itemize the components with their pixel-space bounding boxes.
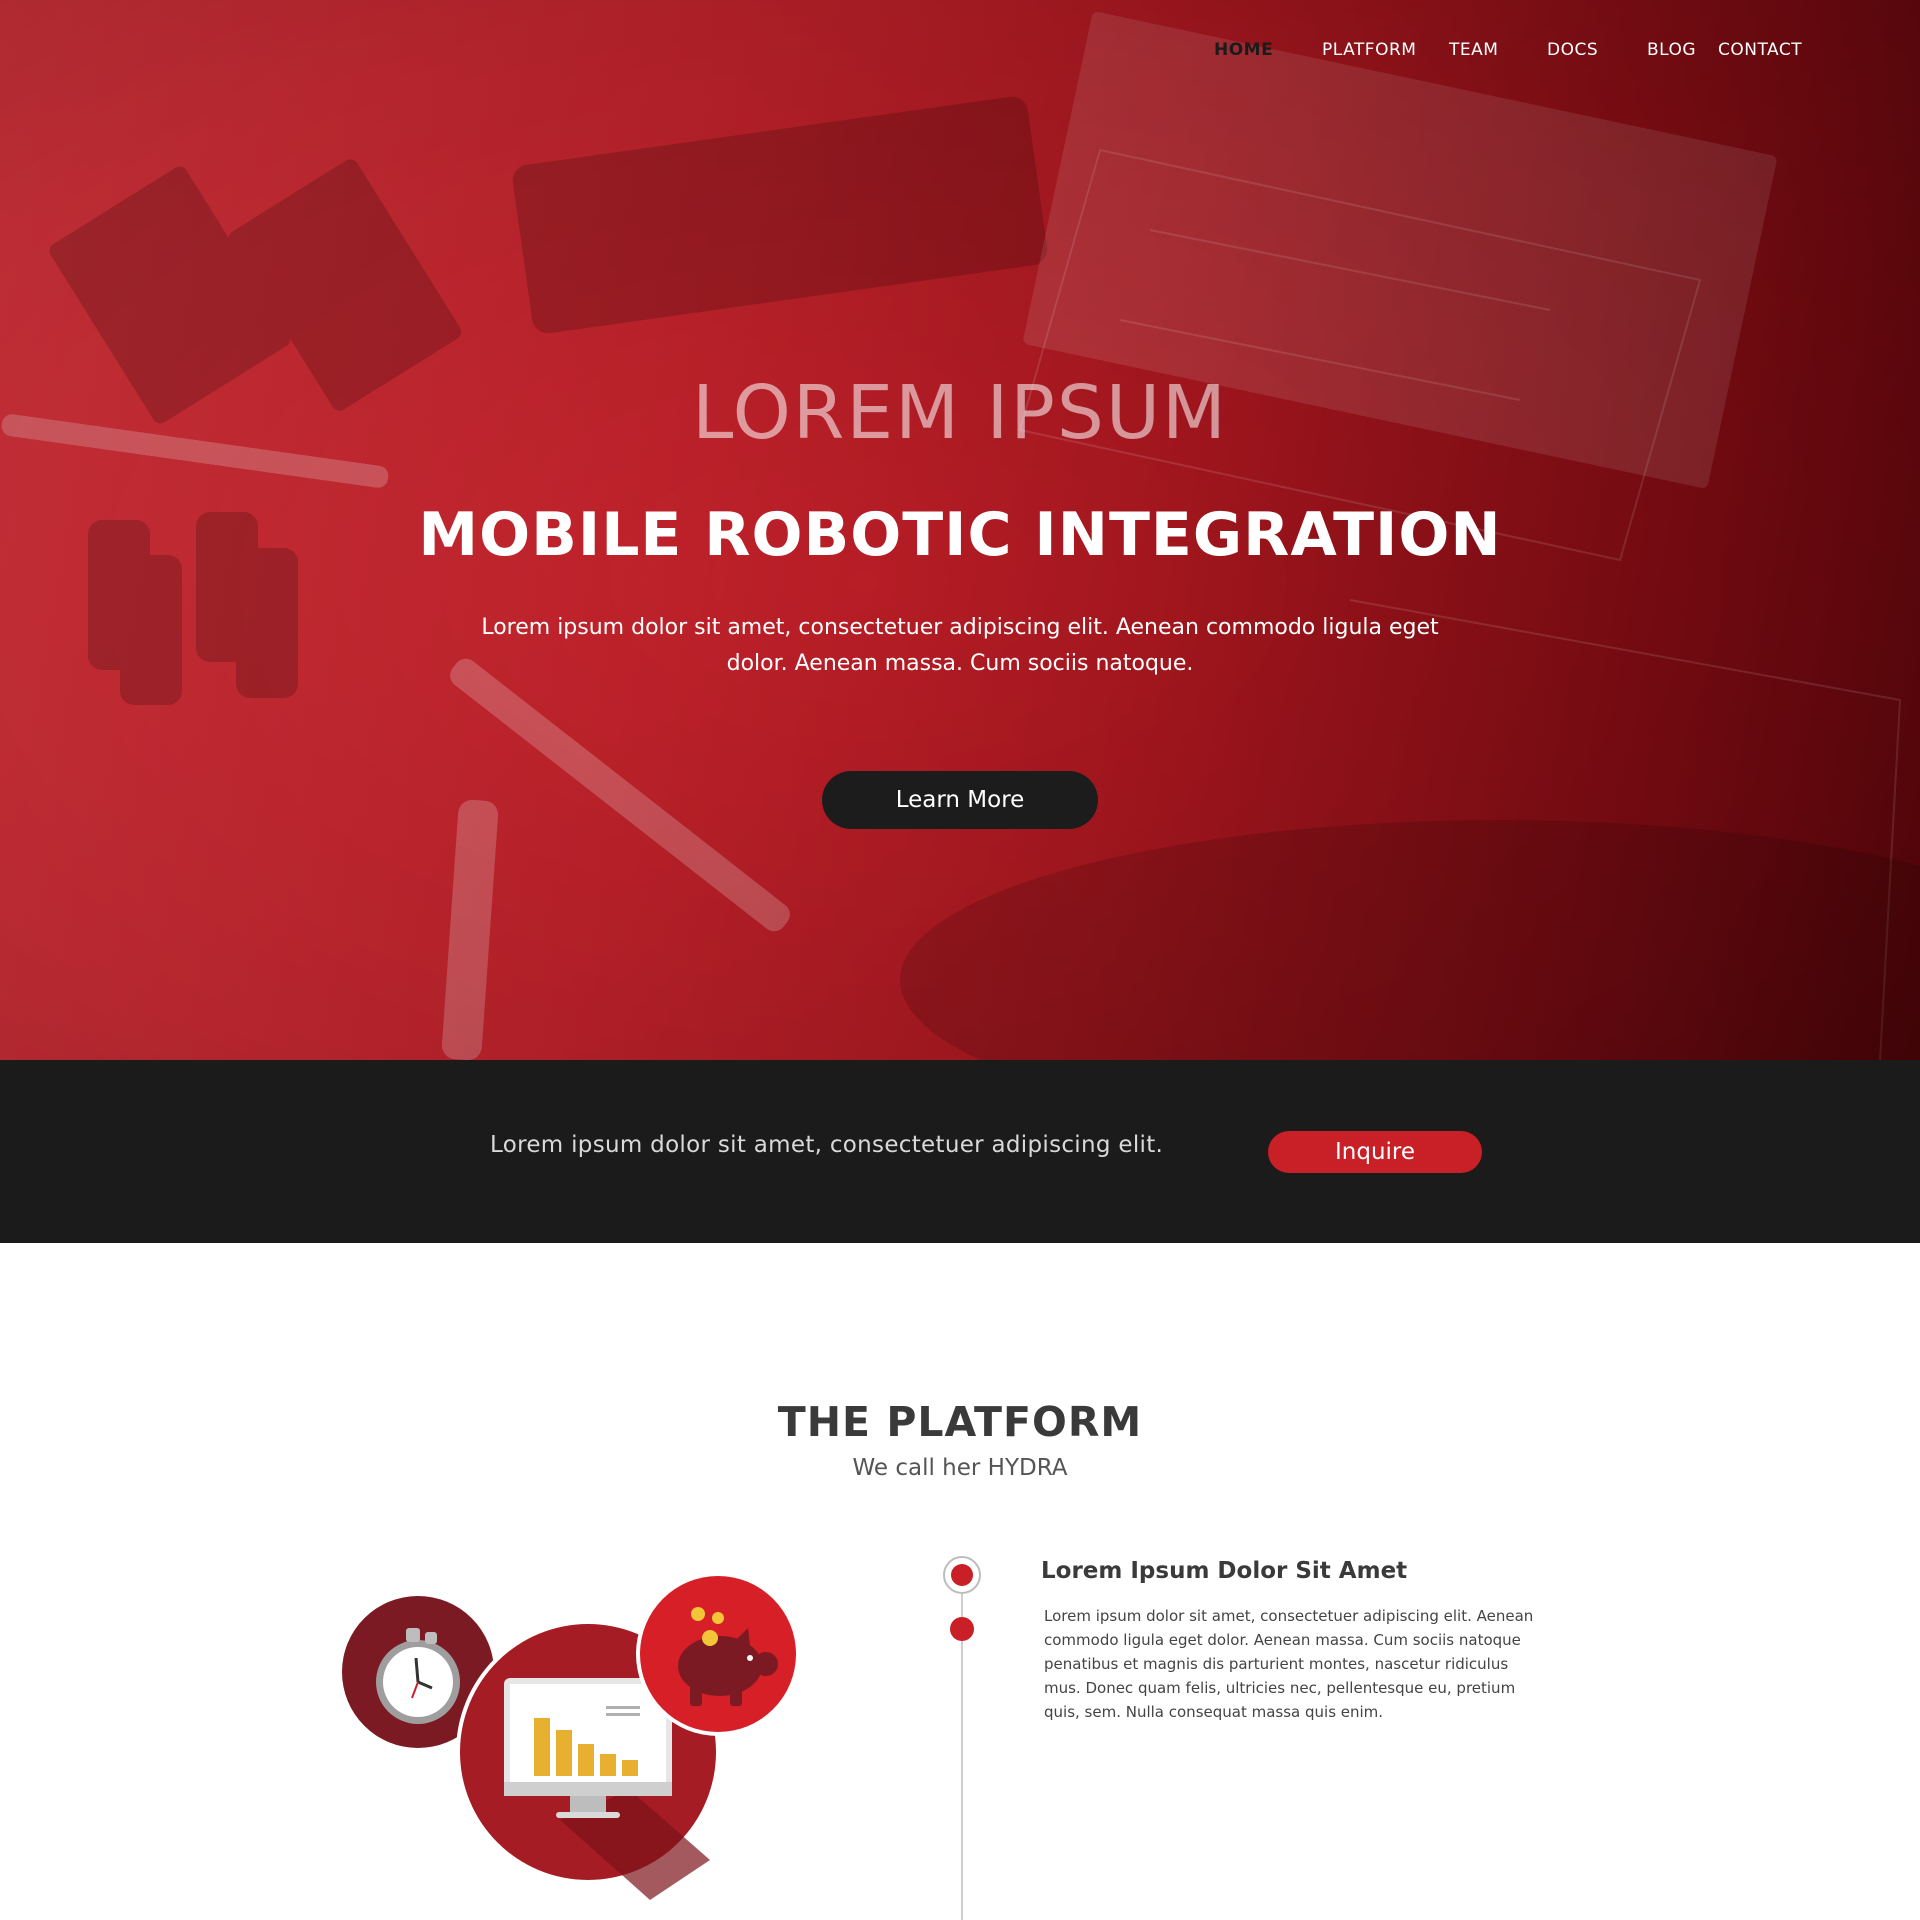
inquire-button[interactable]: Inquire [1268,1131,1482,1173]
coin-icon [691,1607,705,1621]
cta-text: Lorem ipsum dolor sit amet, consectetuer… [490,1132,1164,1158]
platform-heading-bold: PLATFORM [886,1398,1143,1446]
timeline-dot-active[interactable] [943,1556,981,1594]
feature-body: Lorem ipsum dolor sit amet, consectetuer… [1044,1607,1534,1721]
hero-description: Lorem ipsum dolor sit amet, consectetuer… [481,615,1439,676]
piggy-bank-icon [636,1572,800,1736]
main-nav: HOME PLATFORM TEAM DOCS BLOG CONTACT [0,40,1920,66]
learn-more-button[interactable]: Learn More [822,771,1098,829]
timeline-dot[interactable] [950,1617,974,1641]
nav-item-docs[interactable]: DOCS [1547,40,1598,60]
platform-heading: THE PLATFORM [0,1398,1920,1446]
nav-item-blog[interactable]: BLOG [1647,40,1696,60]
cta-bar: Lorem ipsum dolor sit amet, consectetuer… [0,1060,1920,1243]
platform-illustration [342,1572,800,1900]
platform-heading-prefix: THE [777,1398,887,1446]
nav-item-team[interactable]: TEAM [1449,40,1498,60]
feature-title: Lorem Ipsum Dolor Sit Amet [1041,1558,1408,1584]
hero-section: HOME PLATFORM TEAM DOCS BLOG CONTACT LOR… [0,0,1920,1060]
platform-subtitle: We call her HYDRA [852,1455,1068,1481]
nav-item-platform[interactable]: PLATFORM [1322,40,1416,60]
nav-item-contact[interactable]: CONTACT [1718,40,1802,60]
hero-kicker: LOREM IPSUM [692,370,1228,456]
nav-item-home[interactable]: HOME [1214,40,1273,60]
hero-title: MOBILE ROBOTIC INTEGRATION [418,500,1502,570]
